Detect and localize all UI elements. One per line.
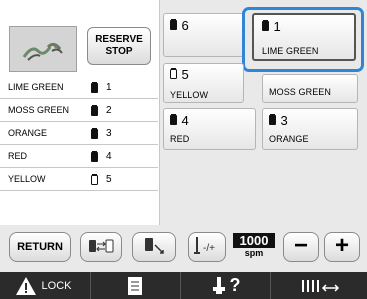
list-item[interactable]: ORANGE 3 bbox=[0, 122, 158, 145]
list-item-name: LIME GREEN bbox=[8, 82, 64, 92]
swap-spools-icon bbox=[89, 239, 114, 253]
svg-text:-/+: -/+ bbox=[203, 243, 215, 254]
embroidery-screen: RESERVE STOP LIME GREEN 1 MOSS GREEN 2 O… bbox=[0, 0, 367, 299]
divider bbox=[180, 272, 181, 299]
speed-value: 1000 bbox=[233, 233, 275, 248]
spool-filled-icon bbox=[262, 18, 269, 35]
spool-slot-2[interactable]: MOSS GREEN bbox=[262, 74, 358, 103]
presser-foot-icon bbox=[212, 276, 225, 294]
list-item-name: ORANGE bbox=[8, 128, 48, 138]
return-button[interactable]: RETURN bbox=[9, 232, 71, 262]
speed-button[interactable]: -/+ bbox=[188, 232, 226, 262]
reserve-stop-line2: STOP bbox=[105, 46, 133, 57]
pattern-preview bbox=[9, 26, 77, 72]
list-item[interactable]: MOSS GREEN 2 bbox=[0, 99, 158, 122]
thread-spacing-button[interactable] bbox=[272, 272, 367, 299]
plus-label: + bbox=[334, 232, 349, 259]
spool-color-name: ORANGE bbox=[269, 134, 309, 144]
divider bbox=[90, 272, 91, 299]
thread-list-view-button[interactable] bbox=[92, 272, 178, 299]
reserve-stop-line1: RESERVE bbox=[95, 34, 143, 45]
spool-number: 6 bbox=[181, 18, 189, 33]
color-change-button[interactable] bbox=[132, 232, 176, 262]
speed-unit: spm bbox=[244, 248, 264, 258]
return-label: RETURN bbox=[17, 241, 63, 253]
list-item-spool: 1 bbox=[106, 81, 112, 93]
list-item-spool: 3 bbox=[106, 127, 112, 139]
spool-filled-icon bbox=[88, 150, 100, 162]
speed-minus-button[interactable]: − bbox=[283, 232, 319, 262]
spool-color-name: LIME GREEN bbox=[262, 46, 319, 56]
color-order-list: LIME GREEN 1 MOSS GREEN 2 ORANGE 3 RED 4… bbox=[0, 76, 158, 191]
spool-slot-5[interactable]: 5 YELLOW bbox=[163, 63, 244, 103]
spool-select-icon bbox=[145, 238, 164, 254]
list-item-name: YELLOW bbox=[8, 174, 46, 184]
bottom-bar: LOCK ? bbox=[0, 272, 367, 299]
spool-slot-1[interactable]: 1 LIME GREEN bbox=[252, 13, 356, 61]
divider bbox=[270, 272, 271, 299]
list-item[interactable]: RED 4 bbox=[0, 145, 158, 168]
list-item-spool: 5 bbox=[106, 173, 112, 185]
list-item[interactable]: YELLOW 5 bbox=[0, 168, 158, 191]
spool-number: 3 bbox=[280, 113, 288, 128]
spool-number: 1 bbox=[273, 19, 281, 34]
spool-slot-6[interactable]: 6 bbox=[163, 13, 244, 57]
thread-tension-icon bbox=[301, 279, 339, 292]
list-item-name: RED bbox=[8, 151, 28, 161]
list-item-spool: 2 bbox=[106, 104, 112, 116]
spool-filled-icon bbox=[269, 112, 276, 129]
warning-icon bbox=[15, 276, 36, 295]
spool-color-name: MOSS GREEN bbox=[269, 87, 332, 97]
spool-slot-3[interactable]: 3 ORANGE bbox=[262, 108, 358, 150]
spool-empty-icon bbox=[88, 173, 100, 185]
list-item-name: MOSS GREEN bbox=[8, 105, 70, 115]
spool-filled-icon bbox=[88, 127, 100, 139]
help-button[interactable]: ? bbox=[182, 272, 268, 299]
minus-label: − bbox=[293, 232, 308, 259]
spool-number: 5 bbox=[181, 67, 189, 82]
swap-order-button[interactable] bbox=[80, 232, 122, 262]
spool-filled-icon bbox=[170, 17, 177, 34]
spool-empty-icon bbox=[170, 66, 177, 83]
help-label: ? bbox=[229, 275, 241, 295]
list-item[interactable]: LIME GREEN 1 bbox=[0, 76, 158, 99]
list-document-icon bbox=[128, 276, 142, 295]
speed-display: 1000 spm bbox=[229, 232, 279, 262]
list-item-spool: 4 bbox=[106, 150, 112, 162]
spool-slot-4[interactable]: 4 RED bbox=[163, 108, 256, 150]
lock-label: LOCK bbox=[41, 279, 72, 292]
spool-filled-icon bbox=[88, 81, 100, 93]
spool-color-name: RED bbox=[170, 134, 190, 144]
speed-plus-button[interactable]: + bbox=[324, 232, 360, 262]
lock-button[interactable]: LOCK bbox=[0, 272, 86, 299]
embroidery-pattern-image bbox=[22, 42, 63, 61]
reserve-stop-button[interactable]: RESERVE STOP bbox=[87, 27, 151, 65]
spool-filled-icon bbox=[88, 104, 100, 116]
spool-number: 4 bbox=[181, 113, 189, 128]
spool-color-name: YELLOW bbox=[170, 90, 209, 100]
spool-filled-icon bbox=[170, 112, 177, 129]
needle-speed-icon: -/+ bbox=[194, 237, 215, 254]
